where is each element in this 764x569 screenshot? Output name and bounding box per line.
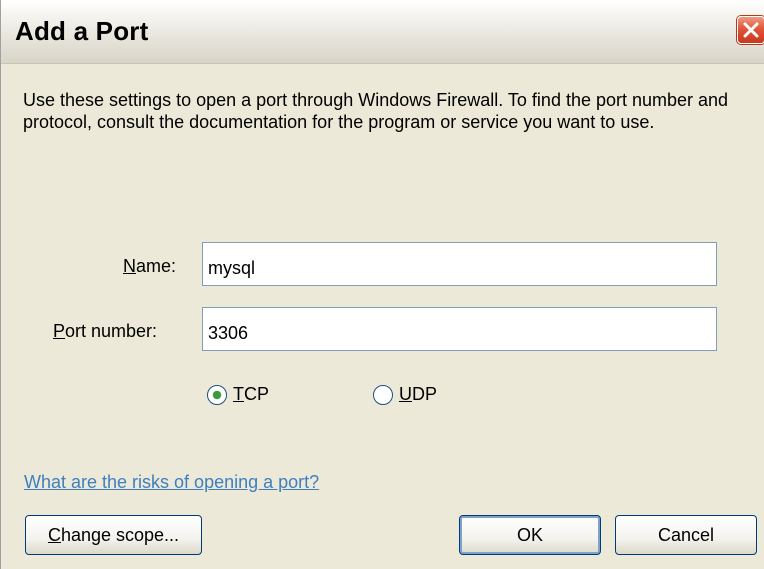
risks-link[interactable]: What are the risks of opening a port? — [24, 472, 319, 493]
title-bar[interactable]: Add a Port — [1, 0, 764, 64]
dialog-title: Add a Port — [15, 16, 149, 46]
name-input[interactable] — [202, 242, 717, 286]
port-number-label: Port number: — [53, 321, 157, 342]
tcp-label: TCP — [233, 384, 269, 405]
udp-radio-circle[interactable] — [373, 384, 393, 405]
ok-button[interactable]: OK — [459, 515, 601, 555]
close-icon — [743, 22, 759, 38]
port-number-input[interactable] — [202, 307, 717, 351]
port-label-text: ort number: — [65, 321, 158, 341]
udp-mnemonic: U — [399, 384, 412, 404]
change-scope-button[interactable]: Change scope... — [25, 515, 202, 555]
change-scope-label: hange scope... — [60, 524, 180, 545]
tcp-radio[interactable]: TCP — [207, 384, 269, 405]
tcp-label-rest: CP — [244, 384, 270, 404]
name-label: Name: — [123, 256, 176, 277]
close-button[interactable] — [737, 16, 764, 44]
tcp-mnemonic: T — [233, 384, 244, 404]
udp-radio[interactable]: UDP — [373, 384, 437, 405]
udp-label: UDP — [399, 384, 437, 405]
change-scope-mnemonic: C — [47, 524, 61, 545]
cancel-button[interactable]: Cancel — [615, 515, 757, 555]
name-label-mnemonic: N — [123, 256, 136, 276]
tcp-radio-circle[interactable] — [207, 384, 227, 405]
port-label-mnemonic: P — [53, 321, 66, 341]
name-label-text: ame: — [136, 256, 177, 276]
dialog-description: Use these settings to open a port throug… — [23, 90, 729, 132]
radio-selected-dot — [213, 390, 221, 399]
add-port-dialog: Add a Port Use these settings to open a … — [0, 0, 764, 569]
udp-label-rest: DP — [412, 384, 438, 404]
